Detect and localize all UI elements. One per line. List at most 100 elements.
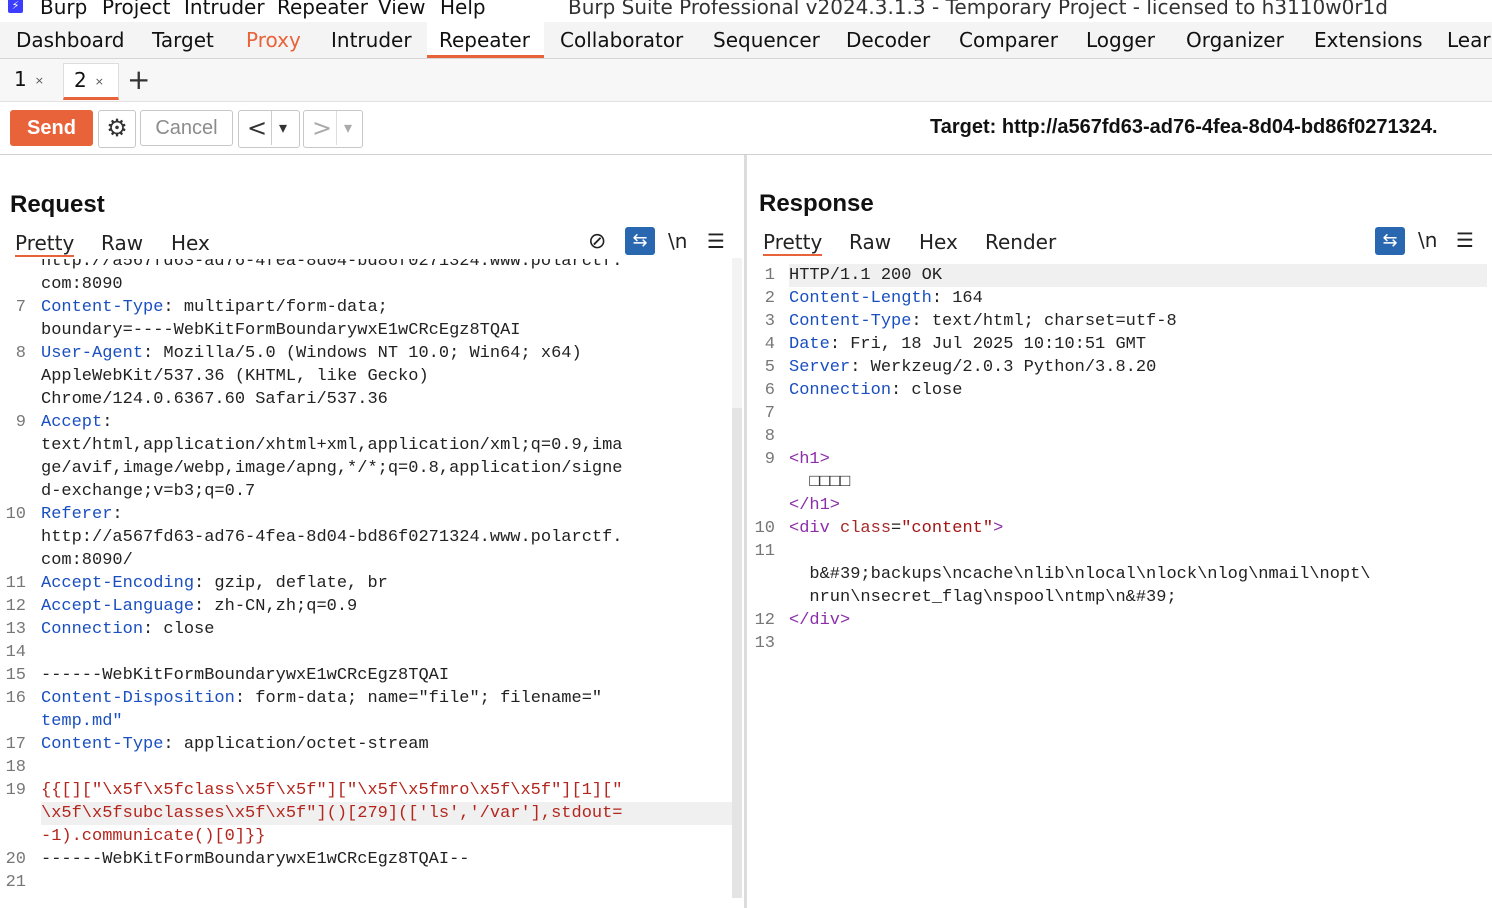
- line-number: 19: [5, 781, 26, 800]
- send-button[interactable]: Send: [10, 110, 93, 146]
- tab-extensions[interactable]: Extensions: [1302, 22, 1435, 58]
- chevron-right-icon: >: [312, 114, 333, 142]
- line-number: 10: [5, 505, 26, 524]
- eye-off-icon[interactable]: ⊘: [588, 229, 606, 254]
- code-line: </div>: [789, 611, 851, 630]
- menu-burp[interactable]: Burp: [40, 0, 87, 20]
- menu-help[interactable]: Help: [440, 0, 486, 20]
- tab-repeater[interactable]: Repeater: [427, 22, 544, 58]
- code-line: Accept-Language: zh-CN,zh;q=0.9: [41, 595, 357, 618]
- tab-decoder[interactable]: Decoder: [834, 22, 942, 58]
- header-name: Content-Type: [789, 312, 912, 331]
- tab-intruder[interactable]: Intruder: [319, 22, 424, 58]
- line-number: 18: [5, 758, 26, 777]
- response-tab-raw[interactable]: Raw: [849, 230, 891, 254]
- header-value: : Mozilla/5.0 (Windows NT 10.0; Win64; x…: [143, 344, 582, 363]
- cancel-button[interactable]: Cancel: [140, 110, 233, 146]
- code-line: temp.md": [41, 712, 123, 731]
- code-line: Content-Type: multipart/form-data;: [41, 296, 388, 319]
- tool-tabs: Dashboard Target Proxy Intruder Repeater…: [0, 22, 1492, 59]
- line-number: 9: [15, 413, 26, 432]
- code-line: Accept-Encoding: gzip, deflate, br: [41, 572, 388, 595]
- header-value: : gzip, deflate, br: [194, 574, 388, 593]
- code-line: com:8090: [41, 275, 123, 294]
- repeater-tab-2[interactable]: 2 ×: [63, 63, 119, 100]
- menu-icon[interactable]: ☰: [707, 229, 725, 253]
- code-line: Connection: close: [789, 379, 962, 402]
- header-name: Server: [789, 358, 851, 377]
- code-line: http://a567fd63-ad76-4fea-8d04-bd86f0271…: [41, 259, 623, 271]
- menu-repeater[interactable]: Repeater: [277, 0, 368, 20]
- tab-logger[interactable]: Logger: [1074, 22, 1167, 58]
- tab-dashboard[interactable]: Dashboard: [4, 22, 137, 58]
- scrollbar-thumb[interactable]: [732, 408, 742, 898]
- request-tab-pretty[interactable]: Pretty: [15, 231, 75, 257]
- repeater-tab-1[interactable]: 1 ×: [4, 63, 62, 96]
- chevron-down-icon[interactable]: ▾: [279, 111, 287, 145]
- menu-intruder[interactable]: Intruder: [184, 0, 265, 20]
- line-number: 21: [5, 873, 26, 892]
- request-editor[interactable]: http://a567fd63-ad76-4fea-8d04-bd86f0271…: [0, 259, 732, 908]
- tab-comparer[interactable]: Comparer: [947, 22, 1070, 58]
- newline-icon[interactable]: \n: [668, 229, 687, 253]
- close-icon[interactable]: ×: [95, 75, 104, 88]
- line-number: 13: [754, 634, 775, 653]
- response-tab-hex[interactable]: Hex: [919, 230, 958, 254]
- header-value: : Werkzeug/2.0.3 Python/3.8.20: [850, 358, 1157, 377]
- header-value: :: [102, 413, 113, 432]
- line-number: 1: [764, 266, 775, 285]
- wrap-lines-icon[interactable]: ⇆: [625, 227, 655, 255]
- gear-icon[interactable]: ⚙: [98, 110, 136, 148]
- request-scrollbar[interactable]: [732, 258, 742, 898]
- tab-collaborator[interactable]: Collaborator: [548, 22, 695, 58]
- target-label[interactable]: Target: http://a567fd63-ad76-4fea-8d04-b…: [930, 116, 1438, 139]
- chevron-down-icon[interactable]: ▾: [344, 111, 352, 145]
- repeater-tabs: 1 × 2 ×: [0, 59, 1492, 102]
- back-button[interactable]: < ▾: [238, 110, 300, 148]
- code-token: <div: [789, 519, 841, 538]
- line-number: 16: [5, 689, 26, 708]
- menu-icon[interactable]: ☰: [1456, 228, 1474, 252]
- code-line: Server: Werkzeug/2.0.3 Python/3.8.20: [789, 356, 1156, 379]
- menu-project[interactable]: Project: [102, 0, 170, 20]
- header-name: Accept-Encoding: [41, 574, 195, 593]
- line-number: 17: [5, 735, 26, 754]
- request-tab-raw[interactable]: Raw: [101, 231, 143, 255]
- code-line: http://a567fd63-ad76-4fea-8d04-bd86f0271…: [41, 528, 623, 547]
- menu-view[interactable]: View: [378, 0, 425, 20]
- forward-button[interactable]: > ▾: [303, 110, 363, 148]
- response-tab-pretty[interactable]: Pretty: [763, 230, 823, 256]
- code-token: class: [840, 519, 892, 538]
- newline-icon[interactable]: \n: [1418, 228, 1437, 252]
- code-line: b&#39;backups\ncache\nlib\nlocal\nlock\n…: [789, 565, 1371, 584]
- code-line: Connection: close: [41, 618, 214, 641]
- code-line: Accept:: [41, 411, 112, 434]
- code-line: </h1>: [789, 496, 841, 515]
- tab-learn[interactable]: Learn: [1435, 22, 1492, 58]
- response-tab-render[interactable]: Render: [985, 230, 1056, 254]
- header-name: Content-Disposition: [41, 689, 235, 708]
- line-number: 9: [764, 450, 775, 469]
- request-tab-hex[interactable]: Hex: [171, 231, 210, 255]
- line-number: 15: [5, 666, 26, 685]
- tab-organizer[interactable]: Organizer: [1174, 22, 1296, 58]
- code-line: User-Agent: Mozilla/5.0 (Windows NT 10.0…: [41, 342, 582, 365]
- tab-sequencer[interactable]: Sequencer: [701, 22, 832, 58]
- line-number: 7: [764, 404, 775, 423]
- tab-target[interactable]: Target: [140, 22, 226, 58]
- code-line: text/html,application/xhtml+xml,applicat…: [41, 436, 623, 455]
- tab-proxy[interactable]: Proxy: [234, 22, 313, 58]
- wrap-lines-icon[interactable]: ⇆: [1375, 227, 1405, 255]
- line-number: 12: [5, 597, 26, 616]
- header-value: : close: [143, 620, 215, 639]
- code-token: "content": [901, 519, 994, 538]
- code-line: Date: Fri, 18 Jul 2025 10:10:51 GMT: [789, 333, 1146, 356]
- window-title: Burp Suite Professional v2024.3.1.3 - Te…: [568, 0, 1388, 19]
- code-line: AppleWebKit/537.36 (KHTML, like Gecko): [41, 367, 429, 386]
- close-icon[interactable]: ×: [35, 74, 44, 87]
- header-name: Connection: [41, 620, 144, 639]
- line-number: 4: [764, 335, 775, 354]
- response-editor[interactable]: 1 HTTP/1.1 200 OK 2 Content-Length: 164 3 Con…: [747, 259, 1487, 908]
- add-tab-button[interactable]: +: [127, 62, 150, 98]
- code-line: Content-Type: text/html; charset=utf-8: [789, 310, 1177, 333]
